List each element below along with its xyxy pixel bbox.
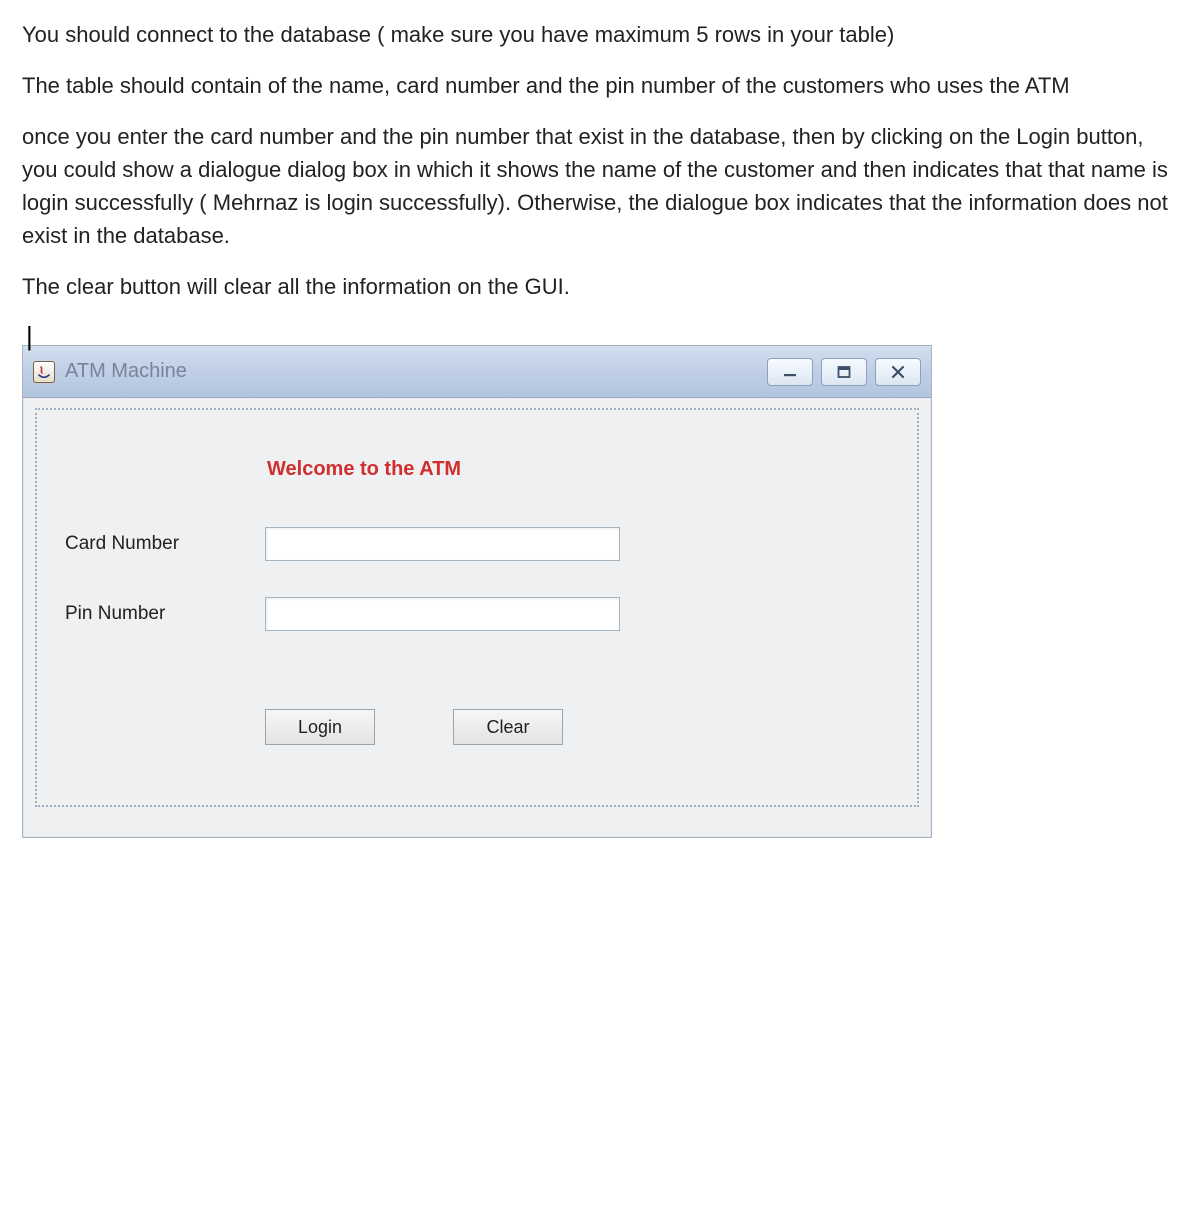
form-panel: Welcome to the ATM Card Number Pin Numbe… [35, 408, 919, 807]
maximize-button[interactable] [821, 358, 867, 386]
pin-number-label: Pin Number [65, 603, 265, 625]
java-app-icon [33, 361, 55, 383]
clear-button[interactable]: Clear [453, 709, 563, 745]
pin-number-input[interactable] [265, 597, 620, 631]
instruction-paragraph-3: once you enter the card number and the p… [22, 120, 1168, 252]
window-title: ATM Machine [65, 360, 187, 383]
card-number-input[interactable] [265, 527, 620, 561]
instruction-paragraph-1: You should connect to the database ( mak… [22, 18, 1168, 51]
window-titlebar[interactable]: ATM Machine [23, 346, 931, 398]
instruction-paragraph-4: The clear button will clear all the info… [22, 270, 1168, 303]
login-button[interactable]: Login [265, 709, 375, 745]
minimize-button[interactable] [767, 358, 813, 386]
atm-window: ATM Machine [22, 345, 932, 838]
welcome-label: Welcome to the ATM [267, 458, 889, 481]
instruction-paragraph-2: The table should contain of the name, ca… [22, 69, 1168, 102]
card-number-label: Card Number [65, 533, 265, 555]
close-button[interactable] [875, 358, 921, 386]
